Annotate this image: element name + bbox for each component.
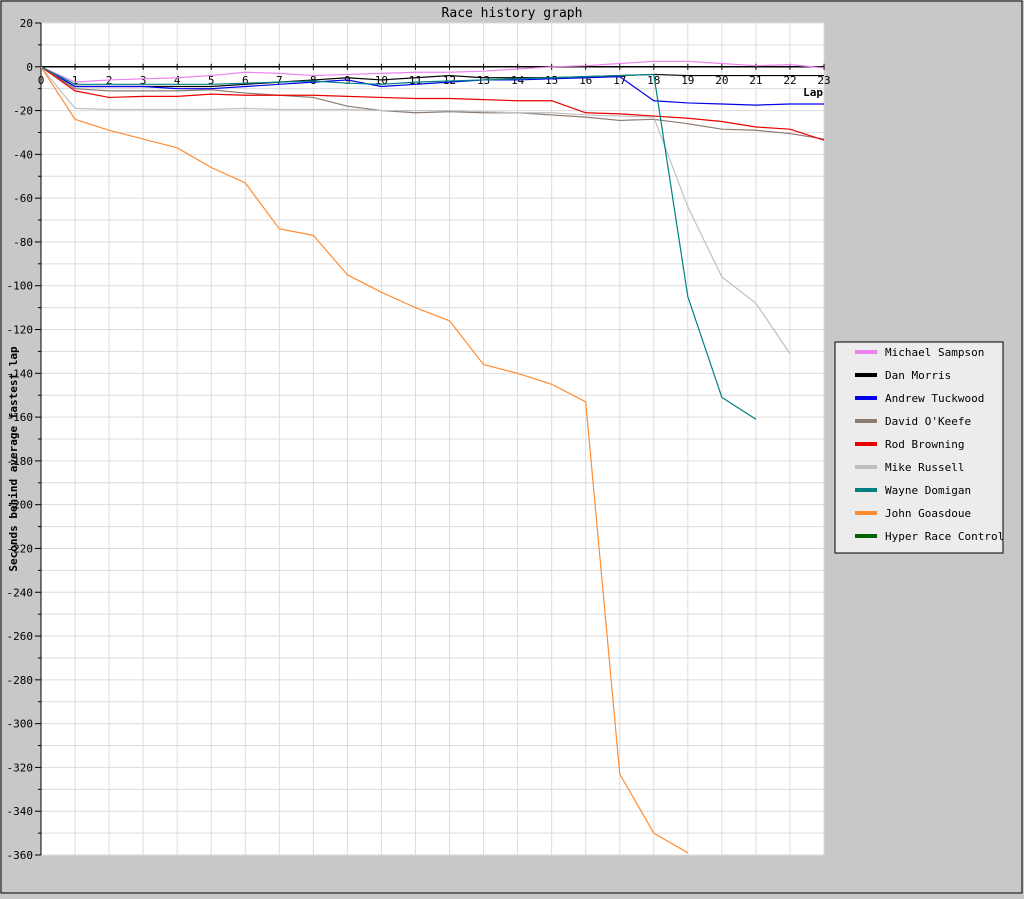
- legend-label: Michael Sampson: [885, 346, 984, 359]
- y-tick-label: 20: [20, 17, 33, 30]
- legend-label: Hyper Race Control: [885, 530, 1004, 543]
- legend-label: Mike Russell: [885, 461, 964, 474]
- legend-label: Wayne Domigan: [885, 484, 971, 497]
- x-axis-label: Lap: [803, 86, 823, 99]
- y-tick-label: 0: [26, 61, 33, 74]
- y-tick-label: -20: [13, 105, 33, 118]
- y-tick-label: -100: [7, 280, 34, 293]
- chart-canvas: 200-20-40-60-80-100-120-140-160-180-200-…: [0, 0, 1023, 894]
- y-tick-label: -60: [13, 192, 33, 205]
- y-tick-label: -320: [7, 761, 34, 774]
- legend-swatch: [855, 534, 877, 538]
- legend: Michael Sampson Dan Morris Andrew Tuckwood…: [834, 341, 1004, 554]
- legend-swatch: [855, 465, 877, 469]
- legend-swatch: [855, 488, 877, 492]
- legend-label: Dan Morris: [885, 369, 951, 382]
- chart-title: Race history graph: [442, 6, 583, 21]
- y-tick-label: -260: [7, 630, 34, 643]
- y-tick-label: -240: [7, 586, 34, 599]
- legend-swatch: [855, 419, 877, 423]
- y-tick-label: -120: [7, 324, 34, 337]
- y-tick-label: -360: [7, 849, 34, 862]
- legend-swatch: [855, 511, 877, 515]
- legend-swatch: [855, 373, 877, 377]
- legend-label: Andrew Tuckwood: [885, 392, 984, 405]
- y-tick-label: -340: [7, 805, 34, 818]
- race-history-chart: 20 0 -20 -40 -60 -80 -100 -120 -140 -160 -180 -200-…: [0, 0, 1024, 895]
- legend-label: John Goasdoue: [885, 507, 971, 520]
- x-tick-label: 15: [545, 74, 558, 87]
- legend-label: Rod Browning: [885, 438, 964, 451]
- y-tick-label: -300: [7, 718, 34, 731]
- x-tick-label: 16: [579, 74, 592, 87]
- y-tick-label: -40: [13, 148, 33, 161]
- legend-swatch: [855, 442, 877, 446]
- y-tick-label: -80: [13, 236, 33, 249]
- legend-swatch: [855, 396, 877, 400]
- legend-swatch: [855, 350, 877, 354]
- y-axis-label: Seconds behind average fastest lap: [7, 346, 20, 572]
- legend-label: David O'Keefe: [885, 415, 971, 428]
- y-tick-label: -280: [7, 674, 34, 687]
- x-tick-label: 0: [38, 74, 45, 87]
